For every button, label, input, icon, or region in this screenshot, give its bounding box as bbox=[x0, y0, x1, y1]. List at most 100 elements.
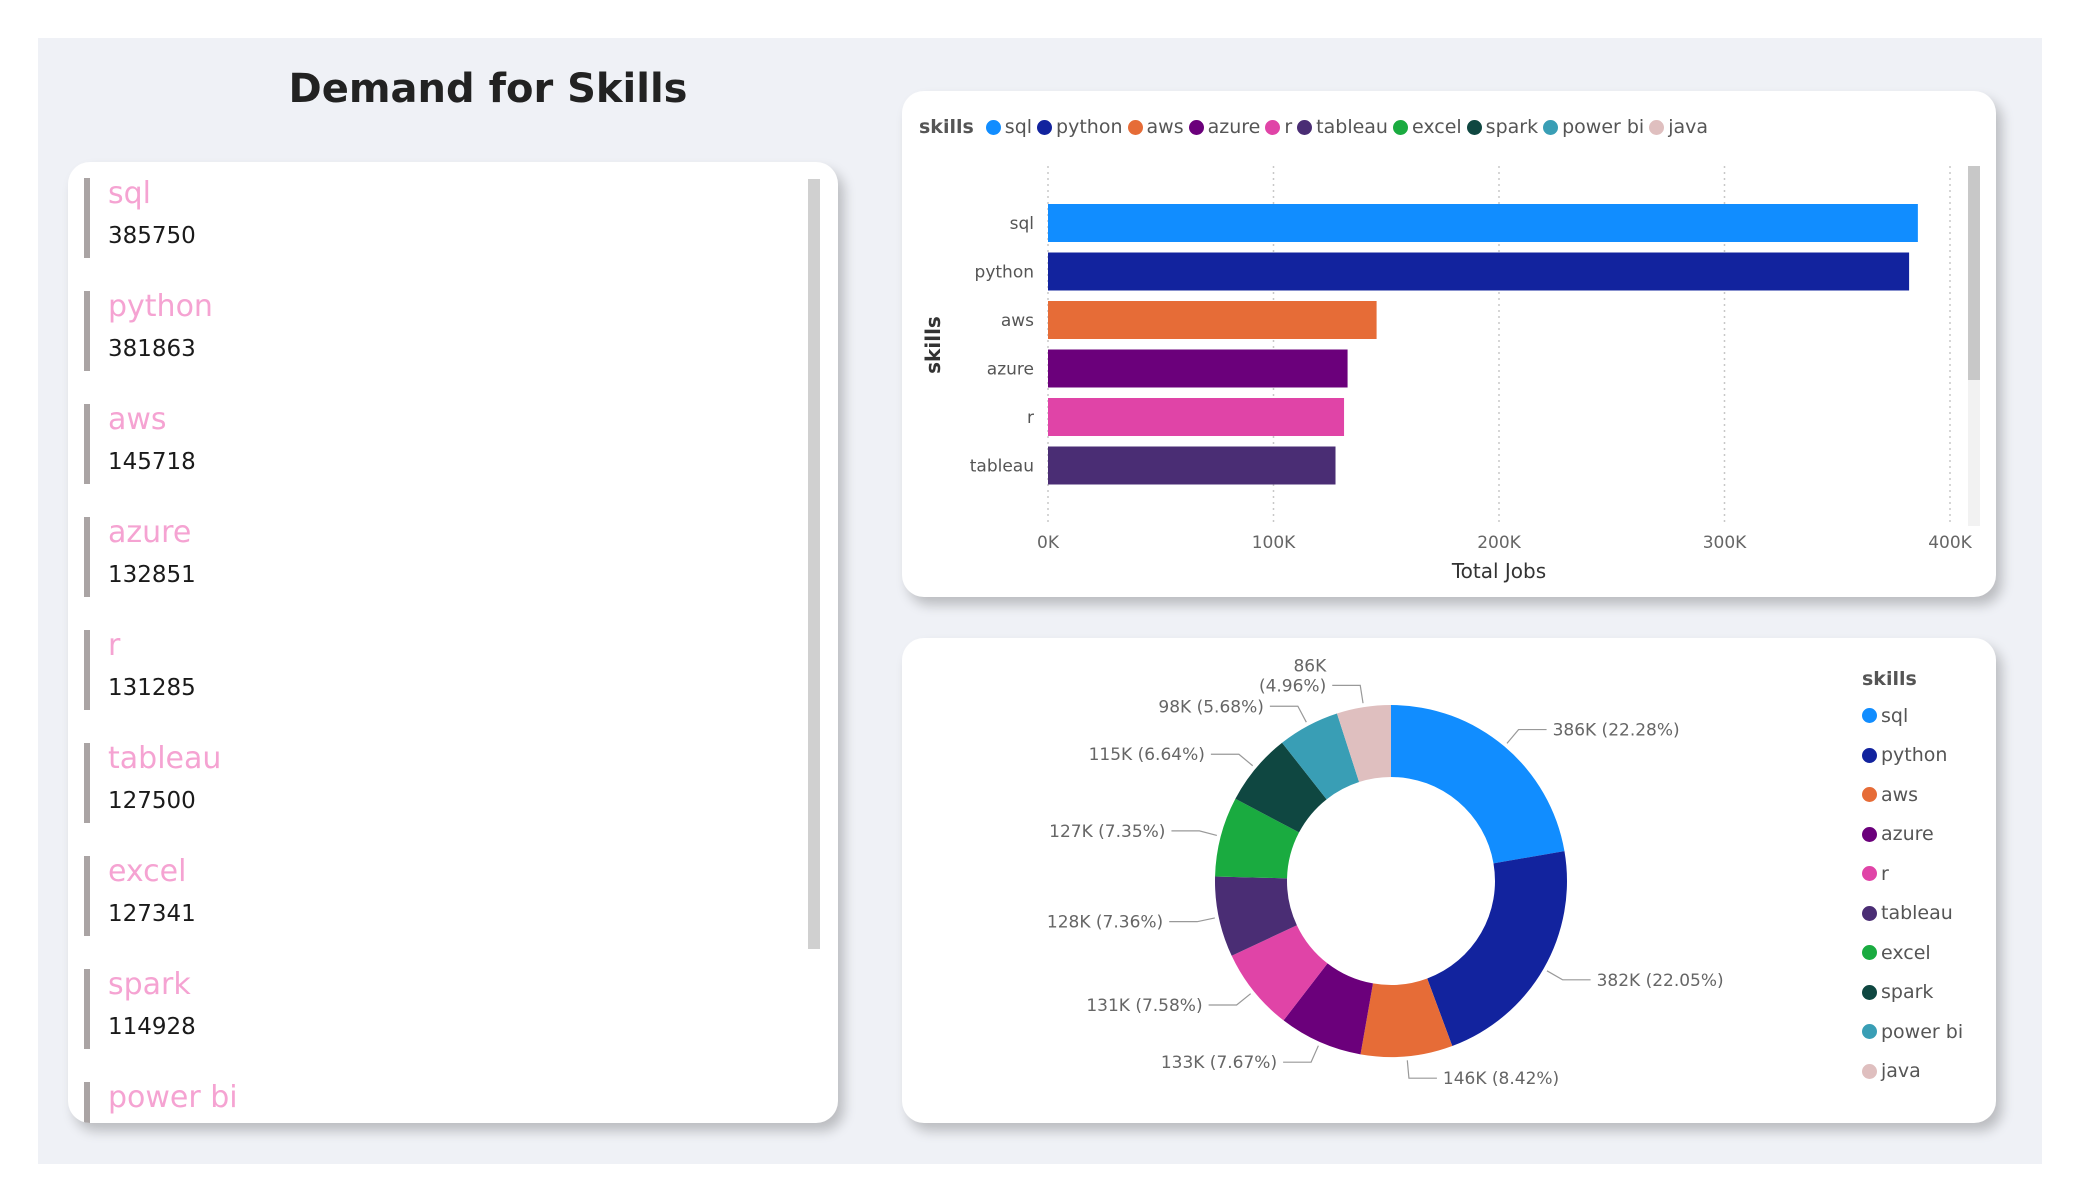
report-canvas: Demand for Skills sql 385750 python 381863 a… bbox=[38, 38, 2042, 1164]
donut-leader-line bbox=[1506, 728, 1547, 744]
legend-label: sql bbox=[1881, 704, 1909, 727]
list-item-value: 381863 bbox=[108, 336, 196, 362]
donut-leader-line bbox=[1169, 917, 1215, 923]
donut-data-label: 86K (4.96%) bbox=[1259, 656, 1327, 696]
legend-item[interactable]: sql bbox=[1862, 696, 1963, 736]
list-item: tableau 127500 bbox=[84, 741, 644, 823]
donut-chart: 386K (22.28%) 382K (22.05%) 146K (8.42%) 13… bbox=[1047, 656, 1724, 1089]
legend-item[interactable]: python bbox=[1862, 736, 1963, 776]
list-scrollbar[interactable] bbox=[808, 179, 820, 949]
y-tick-label: sql bbox=[1010, 214, 1034, 234]
list-item-value: 114928 bbox=[108, 1014, 196, 1040]
legend-dot bbox=[1862, 905, 1877, 921]
x-tick-label: 0K bbox=[1037, 533, 1060, 553]
legend-item[interactable]: aws bbox=[1862, 775, 1963, 815]
list-item: power bi bbox=[84, 1080, 644, 1123]
legend-dot bbox=[1862, 945, 1877, 961]
list-item-name: python bbox=[108, 289, 213, 324]
skills-list-card: sql 385750 python 381863 aws 145718 azure 13285… bbox=[68, 162, 838, 1123]
legend-label: tableau bbox=[1881, 902, 1953, 925]
legend-label: r bbox=[1881, 862, 1889, 885]
y-tick-label: python bbox=[975, 263, 1034, 283]
legend-item[interactable]: excel bbox=[1862, 933, 1963, 973]
bar-chart-card: skills sql python aws azure r tableau excel spa… bbox=[902, 91, 1996, 597]
legend-label: azure bbox=[1881, 823, 1934, 846]
donut-data-label: 146K (8.42%) bbox=[1443, 1069, 1559, 1089]
list-item-name: power bi bbox=[108, 1080, 238, 1115]
list-item: aws 145718 bbox=[84, 402, 644, 484]
y-tick-label: aws bbox=[1001, 311, 1034, 331]
legend-label: aws bbox=[1881, 783, 1919, 806]
list-item: sql 385750 bbox=[84, 176, 644, 258]
legend-dot bbox=[1862, 708, 1877, 724]
y-tick-label: tableau bbox=[970, 457, 1034, 477]
legend-dot bbox=[1862, 1063, 1877, 1079]
legend-item[interactable]: tableau bbox=[1862, 894, 1963, 934]
x-tick-label: 300K bbox=[1703, 533, 1747, 553]
list-item-name: aws bbox=[108, 402, 167, 437]
legend-label: excel bbox=[1881, 941, 1931, 964]
list-item-name: azure bbox=[108, 515, 192, 550]
legend-dot bbox=[1862, 826, 1877, 842]
legend-item[interactable]: power bi bbox=[1862, 1012, 1963, 1052]
donut-chart-card: 386K (22.28%) 382K (22.05%) 146K (8.42%) 13… bbox=[902, 638, 1996, 1123]
bar-chart: 0K 100K 200K 300K 400K sql python aws azure r tabl… bbox=[921, 166, 1980, 583]
donut-data-label: 386K (22.28%) bbox=[1553, 721, 1680, 741]
donut-data-label: 382K (22.05%) bbox=[1597, 971, 1724, 991]
list-item-name: spark bbox=[108, 967, 191, 1002]
list-item-value: 132851 bbox=[108, 562, 196, 588]
list-item-value: 127341 bbox=[108, 901, 196, 927]
legend-dot bbox=[1862, 866, 1877, 882]
list-item-value: 385750 bbox=[108, 223, 196, 249]
list-item-value: 145718 bbox=[108, 449, 196, 475]
donut-leader-line bbox=[1406, 1060, 1437, 1079]
y-tick-label: azure bbox=[987, 360, 1034, 380]
donut-leader-line bbox=[1208, 993, 1252, 1006]
x-tick-label: 400K bbox=[1928, 533, 1972, 553]
donut-data-label: 133K (7.67%) bbox=[1161, 1053, 1277, 1073]
legend-dot bbox=[1862, 787, 1877, 803]
donut-leader-line bbox=[1269, 705, 1307, 723]
legend-dot bbox=[1862, 747, 1877, 763]
x-axis-label: Total Jobs bbox=[1451, 559, 1546, 583]
list-item-name: sql bbox=[108, 176, 152, 211]
donut-leader-line bbox=[1283, 1045, 1319, 1063]
donut-slice bbox=[1391, 705, 1565, 864]
legend-label: power bi bbox=[1881, 1020, 1964, 1043]
list-item-name: excel bbox=[108, 854, 187, 889]
bar bbox=[1048, 398, 1345, 436]
bar bbox=[1048, 204, 1918, 242]
legend-item[interactable]: spark bbox=[1862, 973, 1963, 1013]
donut-leader-line bbox=[1546, 970, 1591, 981]
donut-slice bbox=[1427, 851, 1567, 1046]
donut-chart-legend: skills sql python aws azure r tableau excel spa… bbox=[1862, 668, 1963, 1091]
list-item: excel 127341 bbox=[84, 854, 644, 936]
legend-title: skills bbox=[1862, 668, 1917, 690]
chart-scrollbar-thumb bbox=[1968, 166, 1980, 380]
donut-leader-line bbox=[1332, 684, 1364, 704]
bar bbox=[1048, 349, 1348, 388]
legend-item[interactable]: azure bbox=[1862, 815, 1963, 855]
list-item: r 131285 bbox=[84, 628, 644, 710]
bar bbox=[1048, 446, 1336, 485]
x-tick-label: 200K bbox=[1477, 533, 1521, 553]
donut-data-label: 115K (6.64%) bbox=[1089, 745, 1205, 765]
donut-data-label: 128K (7.36%) bbox=[1047, 913, 1163, 933]
donut-data-label: 131K (7.58%) bbox=[1086, 996, 1202, 1016]
list-item: azure 132851 bbox=[84, 515, 644, 597]
legend-item[interactable]: r bbox=[1862, 854, 1963, 894]
list-item-name: tableau bbox=[108, 741, 222, 776]
y-tick-label: r bbox=[1027, 408, 1034, 428]
donut-leader-line bbox=[1171, 830, 1218, 837]
bar bbox=[1048, 301, 1377, 339]
legend-label: python bbox=[1881, 744, 1948, 767]
legend-label: spark bbox=[1881, 981, 1934, 1004]
legend-label: java bbox=[1881, 1060, 1921, 1083]
legend-item[interactable]: java bbox=[1862, 1052, 1963, 1092]
bar bbox=[1048, 252, 1910, 291]
page-title: Demand for Skills bbox=[288, 66, 688, 112]
list-item-value: 127500 bbox=[108, 788, 196, 814]
y-axis-label: skills bbox=[921, 316, 945, 374]
list-item: python 381863 bbox=[84, 289, 644, 371]
x-tick-label: 100K bbox=[1252, 533, 1296, 553]
